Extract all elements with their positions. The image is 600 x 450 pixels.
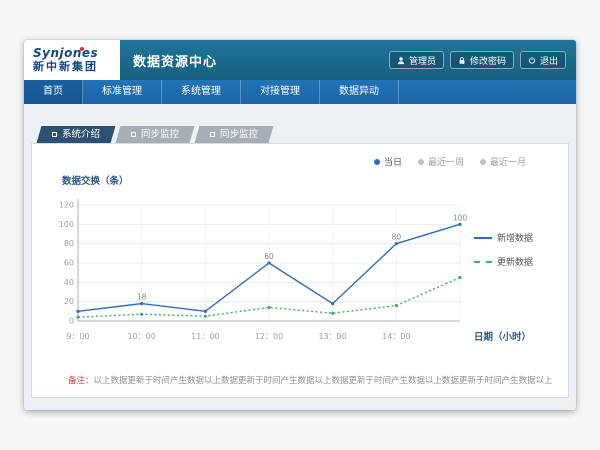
admin-button-label: 管理员: [409, 54, 436, 67]
svg-text:0: 0: [69, 317, 74, 326]
legend-new-data-label: 新增数据: [497, 231, 533, 244]
chart-side-panel: 新增数据 更新数据 日期（小时）: [468, 189, 552, 347]
tab-system-intro-label: 系统介绍: [62, 126, 100, 143]
filter-last-week[interactable]: 最近一周: [418, 155, 464, 168]
nav-item-home[interactable]: 首页: [24, 80, 83, 104]
legend-update-data[interactable]: 更新数据: [474, 255, 552, 268]
svg-text:80: 80: [392, 233, 402, 242]
tab-sync-monitor-1[interactable]: 同步监控: [116, 126, 195, 143]
dashed-line-icon: [474, 261, 492, 263]
content-area: 系统介绍 同步监控 同步监控: [24, 104, 576, 410]
admin-button[interactable]: 管理员: [389, 51, 444, 69]
svg-text:40: 40: [64, 278, 74, 287]
logo-company: 新中新集团: [33, 60, 120, 74]
note-text: 以上数据更新于时间产生数据以上数据更新于时间产生数据以上数据更新于时间产生数据以…: [94, 376, 552, 386]
chart-block: 0 20 40 60 80 100 120 9：00 10：00 11：00 12：00 13：00 1…: [48, 189, 552, 347]
svg-text:13：00: 13：00: [318, 332, 346, 341]
content-card: 当日 最近一周 最近一月 数据交换（条） 0 20 40 60 80 100 120 9：00…: [31, 143, 569, 398]
dot-icon: [480, 159, 486, 165]
chart-filters: 当日 最近一周 最近一月: [48, 155, 552, 168]
tab-bar: 系统介绍 同步监控 同步监控: [39, 126, 569, 143]
svg-text:60: 60: [64, 259, 74, 268]
note-label: 备注：: [68, 376, 94, 386]
x-axis-title: 日期（小时）: [474, 329, 552, 343]
y-axis-title: 数据交换（条）: [62, 173, 552, 187]
page-title: 数据资源中心: [133, 51, 217, 70]
app-header: Synjones 新中新集团 数据资源中心 管理员 修改密码: [24, 40, 576, 80]
nav-item-data-change[interactable]: 数据异动: [320, 80, 399, 104]
power-icon: [528, 56, 536, 65]
dot-icon: [374, 159, 380, 165]
svg-text:60: 60: [264, 252, 274, 261]
svg-text:80: 80: [64, 239, 74, 248]
logout-button-label: 退出: [540, 54, 558, 67]
chart-legend: 新增数据 更新数据: [474, 231, 552, 268]
user-icon: [397, 56, 405, 65]
header-actions: 管理员 修改密码 退出: [389, 51, 566, 69]
filter-last-month[interactable]: 最近一月: [480, 155, 526, 168]
svg-text:100: 100: [59, 220, 74, 229]
tab-sync-monitor-2[interactable]: 同步监控: [195, 126, 274, 143]
tab-system-intro[interactable]: 系统介绍: [37, 126, 116, 143]
filter-today[interactable]: 当日: [374, 155, 402, 168]
svg-text:14：00: 14：00: [382, 332, 410, 341]
svg-text:12：00: 12：00: [255, 332, 283, 341]
svg-text:20: 20: [64, 297, 74, 306]
svg-text:100: 100: [453, 213, 468, 222]
nav-item-system-mgmt[interactable]: 系统管理: [162, 80, 241, 104]
dot-icon: [418, 159, 424, 165]
change-password-button[interactable]: 修改密码: [450, 51, 514, 69]
svg-text:120: 120: [59, 201, 74, 210]
tab-sync-monitor-1-label: 同步监控: [141, 126, 179, 143]
desktop-background: Synjones 新中新集团 数据资源中心 管理员 修改密码: [0, 0, 600, 450]
line-chart: 0 20 40 60 80 100 120 9：00 10：00 11：00 12：00 13：00 1…: [48, 189, 468, 347]
logo-accent-dot-icon: [80, 47, 84, 51]
logo-text: Synjones: [33, 47, 120, 60]
main-nav: 首页 标准管理 系统管理 对接管理 数据异动: [24, 80, 576, 104]
square-bullet-icon: [52, 132, 57, 137]
nav-item-connect-mgmt[interactable]: 对接管理: [241, 80, 320, 104]
square-bullet-icon: [210, 132, 215, 137]
legend-update-data-label: 更新数据: [497, 255, 533, 268]
svg-text:10：00: 10：00: [127, 332, 155, 341]
square-bullet-icon: [131, 132, 136, 137]
solid-line-icon: [474, 237, 492, 239]
legend-new-data[interactable]: 新增数据: [474, 231, 552, 244]
tab-sync-monitor-2-label: 同步监控: [220, 126, 258, 143]
brand-logo: Synjones 新中新集团: [24, 40, 120, 80]
change-password-button-label: 修改密码: [470, 54, 506, 67]
logout-button[interactable]: 退出: [520, 51, 566, 69]
filter-last-week-label: 最近一周: [428, 155, 464, 168]
lock-icon: [458, 56, 466, 65]
app-window: Synjones 新中新集团 数据资源中心 管理员 修改密码: [24, 40, 576, 410]
svg-text:9：00: 9：00: [66, 332, 89, 341]
svg-text:18: 18: [137, 293, 147, 302]
filter-today-label: 当日: [384, 155, 402, 168]
nav-item-standard-mgmt[interactable]: 标准管理: [83, 80, 162, 104]
filter-last-month-label: 最近一月: [490, 155, 526, 168]
svg-text:11：00: 11：00: [191, 332, 219, 341]
note: 备注：以上数据更新于时间产生数据以上数据更新于时间产生数据以上数据更新于时间产生…: [48, 374, 552, 386]
